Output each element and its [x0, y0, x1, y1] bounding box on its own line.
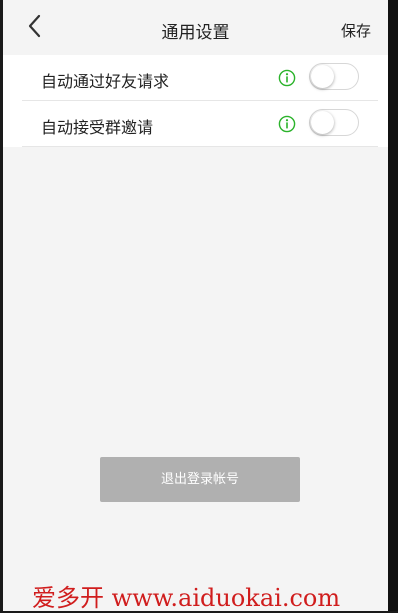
toggle-knob	[311, 111, 334, 134]
setting-row-auto-accept-friends: 自动通过好友请求	[22, 55, 378, 101]
toggle-knob	[311, 65, 334, 88]
setting-label: 自动通过好友请求	[41, 72, 170, 91]
watermark: 爱多开 www.aiduokai.com	[32, 584, 341, 612]
info-icon[interactable]	[278, 69, 296, 87]
page-title: 通用设置	[161, 23, 230, 43]
window-edge	[388, 0, 398, 611]
navigation-bar: 通用设置 保存	[3, 0, 388, 55]
auto-accept-groups-toggle[interactable]	[309, 109, 359, 136]
setting-row-auto-accept-groups: 自动接受群邀请	[22, 101, 378, 147]
settings-list: 自动通过好友请求 自动接受群邀请	[3, 55, 388, 147]
auto-accept-friends-toggle[interactable]	[309, 63, 359, 90]
info-icon[interactable]	[278, 115, 296, 133]
logout-button[interactable]: 退出登录帐号	[100, 457, 300, 502]
save-button[interactable]: 保存	[341, 20, 371, 41]
settings-screen: 通用设置 保存 自动通过好友请求 自动接受群邀请 退出登录帐号	[3, 0, 388, 611]
setting-label: 自动接受群邀请	[41, 118, 154, 137]
